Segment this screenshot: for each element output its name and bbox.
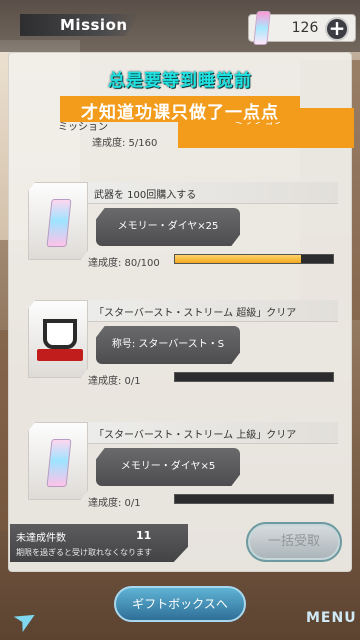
mission-progress-fill — [175, 255, 302, 263]
collect-all-button[interactable]: 一括受取 — [246, 522, 342, 562]
incomplete-label: 未達成件数 — [16, 533, 66, 544]
mission-progress-bar — [174, 254, 334, 264]
incomplete-count: 11 — [136, 529, 152, 542]
mission-progress-bar — [174, 494, 334, 504]
mission-icon-tile — [28, 422, 88, 500]
trophy-icon — [43, 319, 77, 349]
mission-icon-tile — [28, 300, 88, 378]
mission-progress-bar — [174, 372, 334, 382]
diamond-count: 126 — [291, 20, 319, 36]
mission-progress-label: 達成度: 80/100 — [88, 258, 160, 269]
gift-box-button[interactable]: ギフトボックスへ — [114, 586, 246, 622]
page-title: Mission — [20, 14, 140, 36]
mission-reward: メモリー・ダイヤ×25 — [96, 208, 240, 246]
crystal-icon — [46, 199, 72, 247]
trophy-ribbon — [37, 349, 83, 361]
mission-title: 「スターバースト・ストリーム 上級」クリア — [94, 430, 297, 441]
mission-reward: メモリー・ダイヤ×5 — [96, 448, 240, 486]
subtitle-line-1: 总是要等到睡觉前 — [108, 71, 252, 91]
mission-progress-label: 達成度: 0/1 — [88, 498, 141, 509]
buy-diamond-button[interactable]: + — [325, 17, 349, 41]
mission-icon-tile — [28, 182, 88, 260]
mission-card[interactable]: 武器を 100回購入する メモリー・ダイヤ×25 達成度: 80/100 — [22, 182, 338, 272]
diamond-counter: 126 + — [248, 11, 356, 45]
mission-progress-label: 達成度: 0/1 — [88, 376, 141, 387]
crystal-icon — [46, 439, 72, 487]
mission-card[interactable]: 「スターバースト・ストリーム 上級」クリア メモリー・ダイヤ×5 達成度: 0/… — [22, 422, 338, 512]
subtitle-line-2: 才知道功课只做了一点点 — [60, 96, 300, 123]
mission-reward: 称号: スターバースト・S — [96, 326, 240, 364]
memory-diamond-icon — [253, 11, 271, 45]
back-arrow-icon[interactable]: ➤ — [7, 593, 53, 639]
partial-card-progress: 達成度: 5/160 — [92, 138, 158, 149]
mission-title: 「スターバースト・ストリーム 超級」クリア — [94, 308, 297, 319]
menu-button[interactable]: MENU — [306, 610, 356, 630]
mission-title: 武器を 100回購入する — [94, 190, 197, 201]
expiry-note: 期限を過ぎると受け取れなくなります — [16, 548, 152, 557]
top-bar: Mission 126 + — [0, 0, 360, 52]
mission-card[interactable]: 「スターバースト・ストリーム 超級」クリア 称号: スターバースト・S 達成度:… — [22, 300, 338, 390]
incomplete-summary: 未達成件数 11 期限を過ぎると受け取れなくなります — [10, 524, 188, 562]
